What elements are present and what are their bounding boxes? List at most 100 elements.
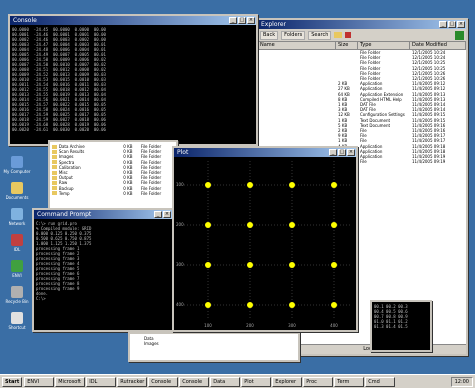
- window-title: Plot: [177, 149, 189, 156]
- taskbar-button[interactable]: ENVI: [24, 376, 55, 387]
- small-console-window[interactable]: 00.1 00.2 00.3 00.4 00.5 00.6 00.7 00.8 00…: [370, 300, 432, 352]
- taskbar-button[interactable]: Term: [334, 376, 365, 387]
- maximize-icon[interactable]: □: [448, 21, 456, 28]
- column-date[interactable]: Date Modified: [410, 42, 466, 49]
- clock: 12:00: [450, 376, 473, 387]
- column-type[interactable]: Type: [358, 42, 410, 49]
- minimize-icon[interactable]: _: [329, 149, 337, 156]
- data-point: [205, 302, 211, 308]
- back-button[interactable]: Back: [260, 30, 279, 40]
- console-window-bottom-titlebar[interactable]: Command Prompt _ ×: [34, 210, 172, 219]
- scatter-plot: 100 200 300 400 100 200 300 400: [176, 161, 352, 328]
- taskbar-button[interactable]: Proc: [303, 376, 334, 387]
- desktop-icon[interactable]: My Computer: [2, 156, 32, 174]
- close-icon[interactable]: ×: [347, 149, 355, 156]
- left-file-list: Data Archive 0 KB File Folder Scan Results 0…: [50, 142, 176, 198]
- desktop-icon[interactable]: IDL: [2, 234, 32, 252]
- minimize-icon[interactable]: _: [229, 17, 237, 24]
- data-point: [331, 182, 337, 188]
- plot-window[interactable]: Plot _ □ × 100 200 300 400 100 200 300 400: [172, 146, 358, 332]
- desktop-icon[interactable]: Recycle Bin: [2, 286, 32, 304]
- y-tick-label: 200: [176, 222, 184, 227]
- taskbar-button[interactable]: Console: [179, 376, 210, 387]
- data-point: [247, 182, 253, 188]
- window-title: Console: [13, 17, 37, 24]
- folder-icon: [52, 170, 57, 175]
- maximize-icon[interactable]: □: [238, 17, 246, 24]
- search-button[interactable]: Search: [308, 30, 332, 40]
- command-output: C:\> run grid.pro% Compiled module: GRID…: [34, 219, 172, 330]
- console-window-top-titlebar[interactable]: Console _ □ ×: [10, 16, 256, 25]
- folder-icon: [52, 149, 57, 154]
- green-go-icon[interactable]: [455, 30, 464, 40]
- bottom-folder-window[interactable]: Data Images: [128, 332, 300, 362]
- explorer-toolbar: Back Folders Search: [258, 29, 466, 42]
- app-icon: [11, 260, 23, 272]
- desktop-icon[interactable]: Documents: [2, 182, 32, 200]
- list-cell: 0 KB: [123, 190, 133, 196]
- folders-button[interactable]: Folders: [281, 30, 306, 40]
- folder-icon: [52, 180, 57, 185]
- taskbar-button[interactable]: Rutracker: [117, 376, 148, 387]
- network-icon: [11, 208, 23, 220]
- data-point: [205, 222, 211, 228]
- data-point: [247, 302, 253, 308]
- taskbar-button[interactable]: Explorer: [272, 376, 303, 387]
- minimize-icon[interactable]: _: [154, 211, 162, 218]
- console-window-top[interactable]: Console _ □ × 00.0000 -24.45 00.0000 0.0…: [8, 14, 258, 146]
- folder-icon: [52, 144, 57, 149]
- console-line: C:\>: [36, 296, 46, 301]
- folder-icon: [334, 32, 343, 38]
- data-point: [289, 302, 295, 308]
- close-icon[interactable]: ×: [457, 21, 465, 28]
- window-title: Command Prompt: [37, 211, 92, 218]
- close-icon[interactable]: ×: [247, 17, 255, 24]
- folder-icon: [52, 175, 57, 180]
- column-size[interactable]: Size: [336, 42, 358, 49]
- computer-icon: [11, 156, 23, 168]
- list-item[interactable]: Temp 0 KB File Folder: [52, 191, 174, 196]
- x-tick-label: 300: [288, 323, 296, 328]
- desktop-icon[interactable]: ENVI: [2, 260, 32, 278]
- bottom-folder-list: Data Images: [130, 334, 298, 348]
- column-name[interactable]: Name: [258, 42, 336, 49]
- desktop-icon-label: ENVI: [12, 273, 22, 278]
- trash-icon: [11, 286, 23, 298]
- data-point: [331, 262, 337, 268]
- data-point: [205, 262, 211, 268]
- explorer-titlebar[interactable]: Explorer _ □ ×: [258, 20, 466, 29]
- taskbar-button[interactable]: Cmd: [365, 376, 396, 387]
- data-point: [247, 222, 253, 228]
- desktop: My Computer Documents Network IDL ENVI Recycl…: [0, 0, 475, 388]
- folder-icon: [52, 191, 57, 196]
- maximize-icon[interactable]: □: [338, 149, 346, 156]
- plot-titlebar[interactable]: Plot _ □ ×: [174, 148, 356, 157]
- y-tick-label: 300: [176, 262, 184, 267]
- folder-icon: [52, 154, 57, 159]
- small-console-output: 00.1 00.2 00.3 00.4 00.5 00.6 00.7 00.8 00…: [372, 302, 430, 350]
- desktop-icon[interactable]: Shortcut: [2, 312, 32, 330]
- taskbar-button[interactable]: Plot: [241, 376, 272, 387]
- data-point: [289, 182, 295, 188]
- y-tick-label: 100: [176, 182, 184, 187]
- taskbar-button[interactable]: Console: [148, 376, 179, 387]
- desktop-icon[interactable]: Network: [2, 208, 32, 226]
- list-item[interactable]: Images: [144, 341, 284, 346]
- console-line: 00.0020 -24.61 00.0030 0.0020 00.06: [12, 127, 106, 132]
- desktop-icon-label: My Computer: [3, 169, 31, 174]
- x-tick-label: 200: [246, 323, 254, 328]
- list-cell: File Folder: [140, 190, 162, 196]
- close-icon[interactable]: ×: [163, 211, 171, 218]
- desktop-icon-label: Recycle Bin: [5, 299, 29, 304]
- data-point: [289, 262, 295, 268]
- delete-icon[interactable]: [345, 32, 352, 38]
- console-window-bottom[interactable]: Command Prompt _ × C:\> run grid.pro% Co…: [32, 208, 174, 332]
- desktop-icon-label: Network: [8, 221, 26, 226]
- y-tick-label: 400: [176, 302, 184, 307]
- taskbar: Start ENVI Microsoft IDL Rutracker Console Co…: [0, 374, 475, 388]
- taskbar-button[interactable]: IDL: [86, 376, 117, 387]
- start-button[interactable]: Start: [2, 376, 23, 387]
- taskbar-button[interactable]: Data: [210, 376, 241, 387]
- minimize-icon[interactable]: _: [439, 21, 447, 28]
- taskbar-button[interactable]: Microsoft: [55, 376, 86, 387]
